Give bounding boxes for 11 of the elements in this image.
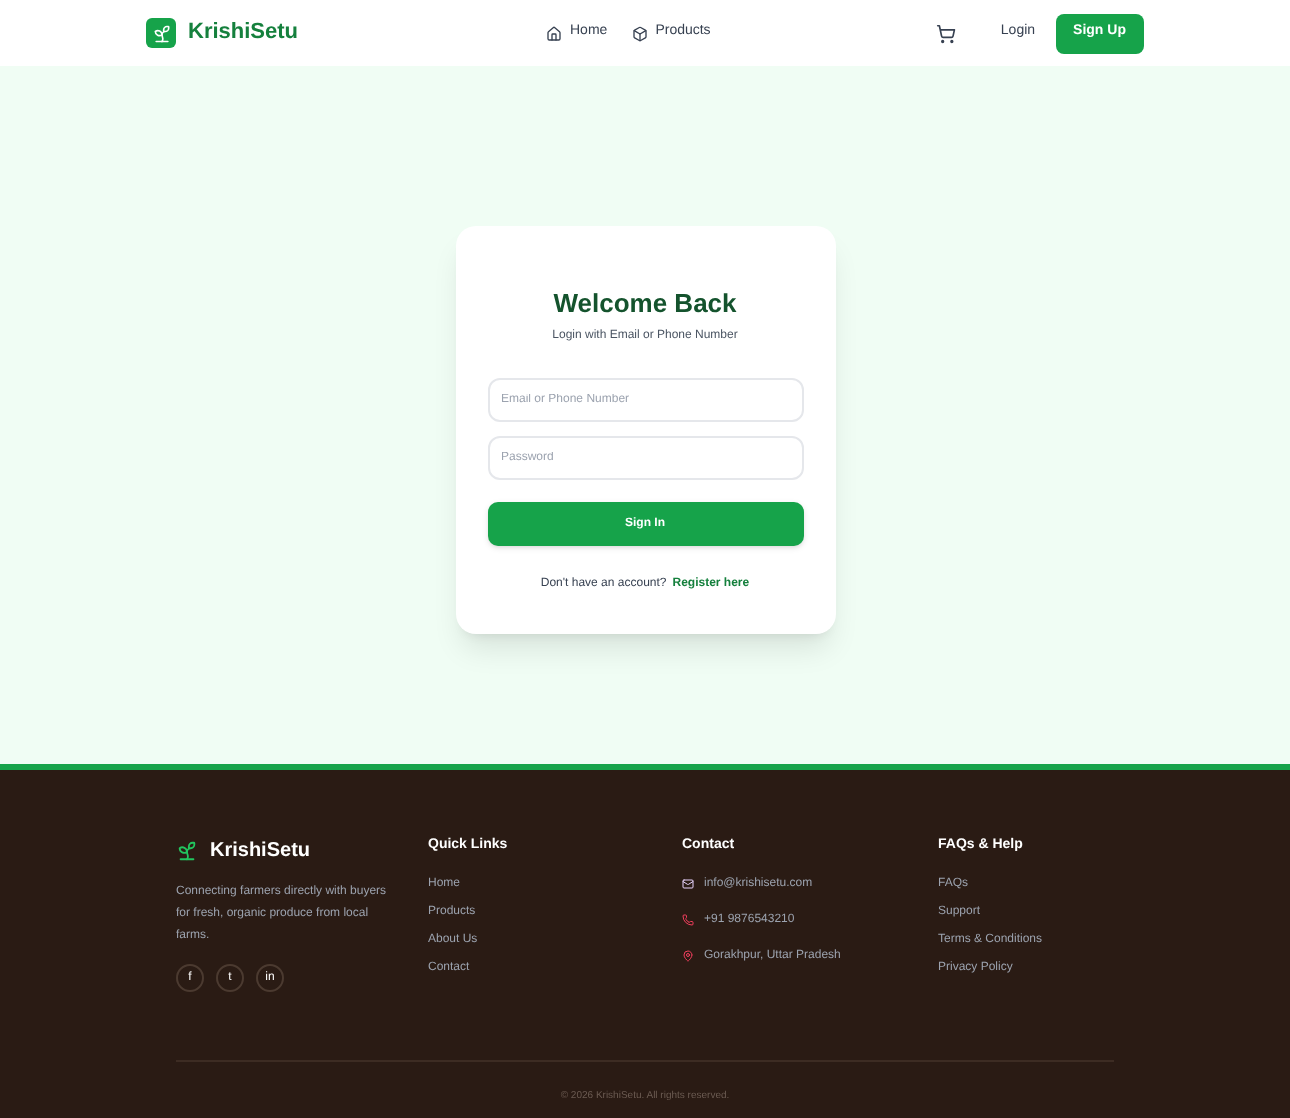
brand-name[interactable]: KrishiSetu [188, 16, 299, 50]
footer-brand: KrishiSetu [210, 838, 311, 866]
email-icon [682, 878, 694, 890]
cart-icon[interactable] [936, 23, 957, 43]
phone-icon [682, 914, 694, 926]
sprout-icon [176, 840, 198, 862]
logo-icon [146, 18, 176, 48]
box-icon [631, 25, 648, 41]
welcome-title: Welcome Back [553, 290, 737, 316]
home-icon [546, 25, 562, 41]
location-icon [682, 950, 694, 962]
